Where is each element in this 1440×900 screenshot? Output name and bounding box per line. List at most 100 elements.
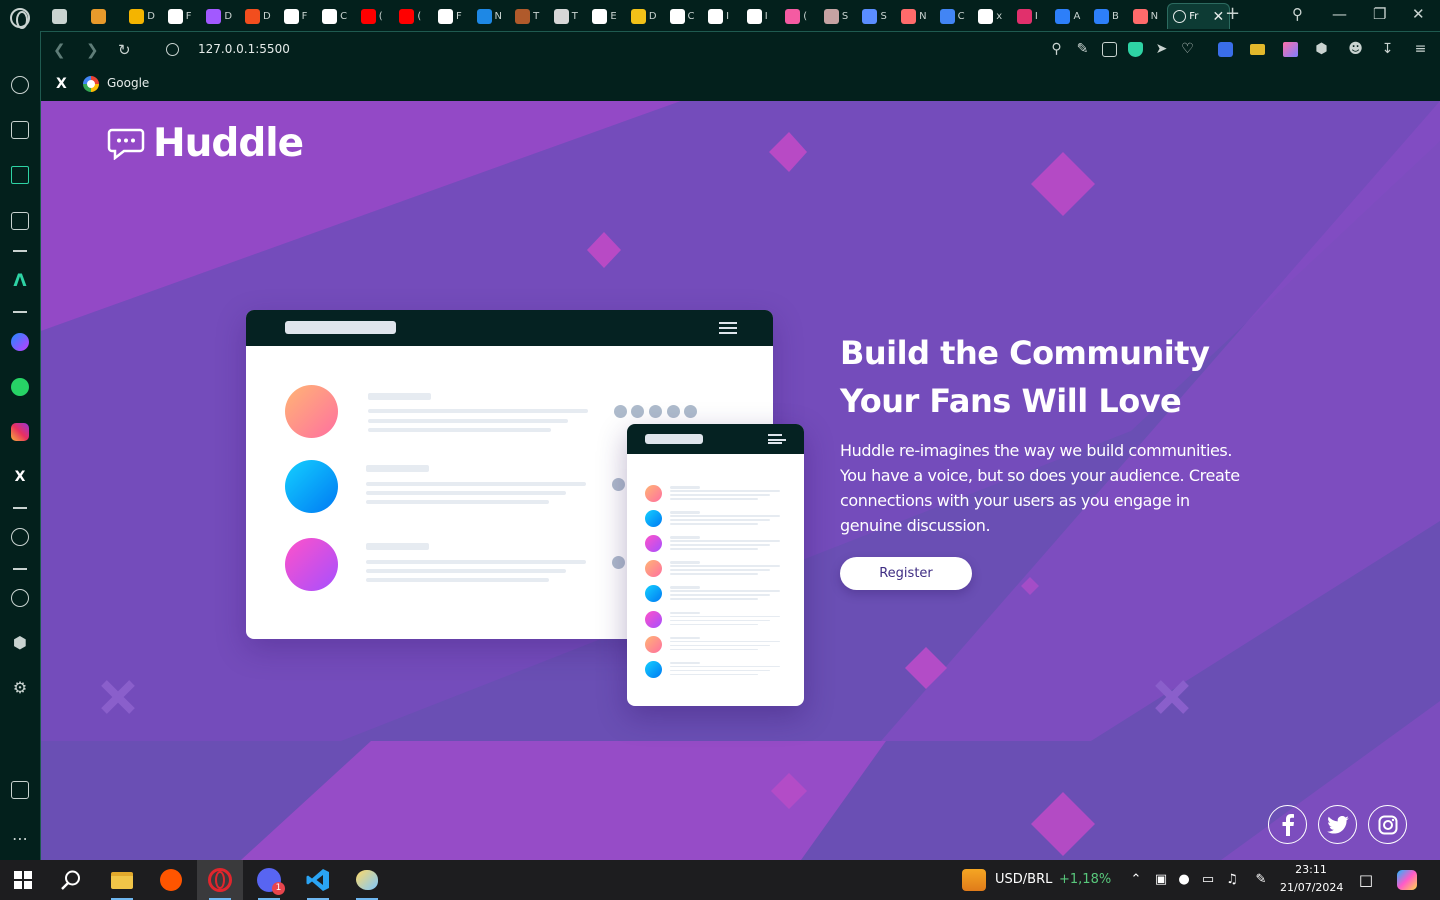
browser-tab[interactable]: C — [936, 3, 975, 29]
browser-tab[interactable]: A — [1051, 3, 1090, 29]
close-window-button[interactable]: ✕ — [1412, 5, 1425, 23]
clock-time[interactable]: 23:11 — [1280, 863, 1342, 876]
extensions-cube-icon[interactable]: ⬢ — [1314, 42, 1329, 57]
browser-tab[interactable]: F — [164, 3, 203, 29]
copilot-icon[interactable] — [1397, 870, 1417, 890]
google-icon[interactable] — [83, 76, 99, 92]
browser-tab-active[interactable]: Fr ✕ — [1167, 3, 1231, 29]
browser-tab[interactable]: T — [550, 3, 589, 29]
browser-tab[interactable]: ( — [357, 3, 396, 29]
profile-icon[interactable]: ☻ — [1348, 42, 1363, 57]
messenger-icon[interactable] — [11, 333, 29, 351]
site-info-icon[interactable] — [166, 43, 179, 56]
aria-icon[interactable]: Λ — [11, 272, 29, 290]
restore-button[interactable]: ❐ — [1373, 5, 1386, 23]
browser-tab[interactable]: B — [1090, 3, 1129, 29]
clock-date[interactable]: 21/07/2024 — [1280, 881, 1343, 894]
pen-icon[interactable]: ✎ — [1253, 872, 1269, 888]
browser-tab[interactable]: ( — [395, 3, 434, 29]
heart-icon[interactable]: ♡ — [1180, 42, 1195, 57]
minimize-button[interactable]: — — [1332, 5, 1347, 23]
file-explorer-icon[interactable] — [99, 860, 145, 900]
browser-tab[interactable]: E — [588, 3, 627, 29]
browser-tab[interactable]: D — [202, 3, 241, 29]
brand-logo[interactable]: Huddle — [107, 121, 304, 166]
x-bookmark-icon[interactable]: X — [56, 76, 67, 92]
send-icon[interactable]: ➤ — [1154, 42, 1169, 57]
ticker-change[interactable]: +1,18% — [1059, 872, 1111, 887]
browser-tab[interactable]: S — [858, 3, 897, 29]
instagram-icon[interactable] — [1368, 805, 1407, 844]
browser-tab[interactable]: I — [704, 3, 743, 29]
browser-tab[interactable] — [48, 3, 87, 29]
browser-tab[interactable]: N — [1129, 3, 1168, 29]
browser-tab[interactable]: F — [434, 3, 473, 29]
edit-icon[interactable]: ✎ — [1075, 42, 1090, 57]
browser-tab[interactable]: ( — [781, 3, 820, 29]
browser-tab[interactable]: I — [1013, 3, 1052, 29]
soundcloud-icon[interactable] — [148, 860, 194, 900]
gx-corner-icon[interactable] — [11, 121, 29, 139]
forward-button[interactable]: ❯ — [86, 41, 99, 59]
microphone-icon[interactable]: ● — [1176, 872, 1192, 888]
search-icon[interactable] — [48, 860, 94, 900]
volume-icon[interactable]: ♫ — [1224, 872, 1240, 888]
snapshot-icon[interactable] — [1102, 42, 1117, 57]
twitter-icon[interactable] — [1318, 805, 1357, 844]
ticker-symbol[interactable]: USD/BRL — [995, 872, 1052, 887]
register-button[interactable]: Register — [840, 557, 972, 590]
browser-tab[interactable]: N — [897, 3, 936, 29]
discord-icon[interactable]: 1 — [246, 860, 292, 900]
more-icon[interactable]: ⋯ — [11, 830, 29, 848]
browser-tab[interactable] — [87, 3, 126, 29]
opera-gx-icon[interactable] — [10, 8, 30, 29]
facebook-icon[interactable] — [1268, 805, 1307, 844]
chevron-up-icon[interactable]: ⌃ — [1128, 872, 1144, 888]
player-icon[interactable] — [11, 528, 29, 546]
new-tab-button[interactable]: + — [1225, 3, 1240, 24]
start-icon[interactable] — [0, 860, 46, 900]
whatsapp-icon[interactable] — [11, 378, 29, 396]
history-icon[interactable] — [11, 589, 29, 607]
address-input[interactable]: 127.0.0.1:5500 — [198, 42, 290, 56]
reload-button[interactable]: ↻ — [118, 41, 131, 59]
easy-setup-icon[interactable]: ≡ — [1413, 42, 1428, 57]
drive-icon — [129, 8, 145, 24]
download-icon[interactable]: ↧ — [1380, 42, 1395, 57]
stocks-widget-icon[interactable] — [962, 869, 986, 891]
browser-tab[interactable]: S — [820, 3, 859, 29]
browser-tab[interactable]: D — [125, 3, 164, 29]
folder-extension-icon[interactable] — [1250, 44, 1265, 55]
camera-icon[interactable]: ▣ — [1153, 872, 1169, 888]
speed-dial-icon[interactable] — [11, 76, 29, 94]
instagram-icon[interactable] — [11, 423, 29, 441]
translate-icon[interactable] — [1218, 42, 1233, 57]
network-icon[interactable]: ▭ — [1200, 872, 1216, 888]
back-button[interactable]: ❮ — [53, 41, 66, 59]
browser-tab[interactable]: x — [974, 3, 1013, 29]
gx-control-icon[interactable] — [11, 212, 29, 230]
x-icon[interactable]: X — [11, 468, 29, 486]
color-extension-icon[interactable] — [1283, 42, 1298, 57]
search-icon[interactable]: ⚲ — [1049, 42, 1064, 57]
bookmark-google[interactable]: Google — [107, 76, 149, 90]
close-tab-icon[interactable]: ✕ — [1212, 9, 1224, 25]
wallpaper-icon[interactable] — [11, 781, 29, 799]
browser-tab[interactable]: I — [743, 3, 782, 29]
browser-tab[interactable]: N — [473, 3, 512, 29]
twitch-icon[interactable] — [11, 166, 29, 184]
browser-tab[interactable]: T — [511, 3, 550, 29]
tab-search-icon[interactable]: ⚲ — [1292, 5, 1303, 23]
paint-icon[interactable] — [344, 860, 390, 900]
browser-tab[interactable]: D — [241, 3, 280, 29]
vpn-shield-icon[interactable] — [1128, 42, 1143, 57]
browser-tab[interactable]: C — [318, 3, 357, 29]
settings-gear-icon[interactable]: ⚙ — [11, 679, 29, 697]
extensions-icon[interactable]: ⬢ — [11, 634, 29, 652]
opera-gx-icon[interactable] — [197, 860, 243, 900]
browser-tab[interactable]: D — [627, 3, 666, 29]
browser-tab[interactable]: F — [280, 3, 319, 29]
notifications-icon[interactable]: □ — [1358, 872, 1374, 888]
browser-tab[interactable]: C — [666, 3, 705, 29]
vscode-icon[interactable] — [295, 860, 341, 900]
